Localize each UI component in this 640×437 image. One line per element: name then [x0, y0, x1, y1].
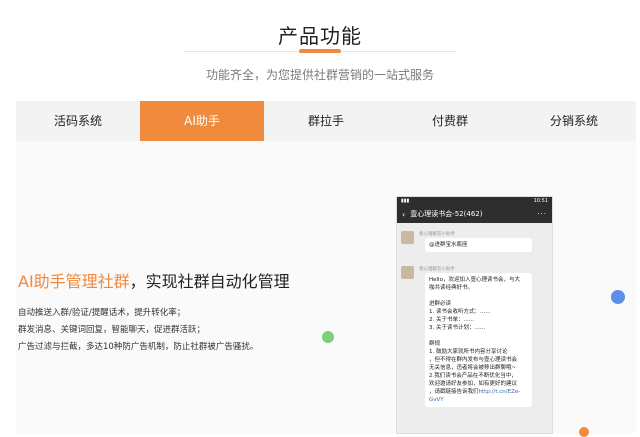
chat-message-1: 壹心理解答小助手 @进群宝水瓶座	[401, 231, 548, 257]
message-line: ，请戳链接告诉我们	[429, 389, 479, 395]
decor-dot-blue	[611, 290, 625, 304]
tab-group-puller[interactable]: 群拉手	[264, 101, 388, 141]
back-arrow-icon: ‹	[402, 210, 406, 219]
feature-title-highlight: AI助手管理社群	[18, 272, 130, 291]
message-line: 咖共读经典好书。	[429, 285, 474, 291]
signal-icon: ▮▮▮	[401, 198, 410, 204]
decor-dot-orange	[579, 427, 589, 437]
message-line: ，但不得在群内发布与壹心理读书会	[429, 357, 518, 363]
feature-line-3: 广告过滤与拦截，多达10种防广告机制，防止社群被广告骚扰。	[18, 342, 259, 352]
message-line: 无关信息，违者将会被移出群聊哦~	[429, 365, 517, 371]
page-title: 产品功能	[278, 24, 362, 48]
chat-message-2: 壹心理解答小助手 Hello，欢迎加入壹心理读书会，与大 咖共读经典好书。 进群…	[401, 266, 548, 433]
tab-paid-group[interactable]: 付费群	[388, 101, 512, 141]
message-line: 2. 关于书单：......	[429, 317, 474, 323]
decor-dot-green	[322, 331, 334, 343]
feature-title: AI助手管理社群，实现社群自动化管理	[18, 268, 290, 292]
chat-header: ‹ 壹心理读书会-52(462) ···	[397, 206, 552, 223]
sender-avatar	[401, 266, 414, 279]
chat-group-name: 壹心理读书会-52(462)	[410, 210, 483, 218]
sender-name: 壹心理解答小助手	[419, 232, 455, 237]
message-line: 1. 鼓励大家就所书内容分享讨论	[429, 349, 508, 355]
message-link-tail[interactable]: GvVY	[429, 396, 528, 404]
page-subtitle: 功能齐全，为您提供社群营销的一站式服务	[205, 68, 434, 82]
feature-tabs: 活码系统 AI助手 群拉手 付费群 分销系统	[16, 101, 636, 141]
title-accent-bar	[299, 49, 341, 53]
status-time: 10:51	[533, 198, 548, 204]
feature-line-2: 群发消息、关键词回复，智能聊天，促进群活跃；	[18, 325, 206, 335]
message-line: 进群必读	[429, 301, 452, 307]
phone-status-bar: ▮▮▮ 10:51	[397, 197, 552, 206]
message-text: @进群宝水瓶座	[429, 242, 468, 248]
tab-ai-assistant[interactable]: AI助手	[140, 101, 264, 141]
feature-line-1: 自动推送入群/验证/提醒话术，提升转化率；	[18, 308, 186, 318]
message-line	[429, 292, 528, 300]
message-line	[429, 332, 528, 340]
message-line: 欢迎邀请好友参加，如有更好的建议	[429, 381, 518, 387]
message-line: 3. 关于读书计划：......	[429, 325, 485, 331]
sender-name: 壹心理解答小助手	[419, 267, 455, 272]
more-icon: ···	[537, 210, 547, 218]
message-line: 群规	[429, 341, 441, 347]
tab-live-code[interactable]: 活码系统	[16, 101, 140, 141]
message-link[interactable]: http://t.cn/EZe-	[479, 389, 521, 395]
message-line: Hello，欢迎加入壹心理读书会，与大	[429, 277, 520, 283]
message-line-with-link: ，请戳链接告诉我们http://t.cn/EZe-	[429, 388, 528, 396]
message-bubble: @进群宝水瓶座	[425, 238, 532, 252]
phone-screenshot: ▮▮▮ 10:51 ‹ 壹心理读书会-52(462) ··· 壹心理解答小助手 …	[397, 197, 552, 433]
sender-avatar	[401, 231, 414, 244]
message-bubble: Hello，欢迎加入壹心理读书会，与大 咖共读经典好书。 进群必读 1. 读书会…	[425, 273, 532, 407]
message-line: 2.我们读书会产品在不断优化当中，	[429, 373, 517, 379]
tab-distribution[interactable]: 分销系统	[512, 101, 636, 141]
message-line: 1. 读书会收听方式：......	[429, 309, 491, 315]
feature-title-rest: ，实现社群自动化管理	[129, 272, 290, 291]
